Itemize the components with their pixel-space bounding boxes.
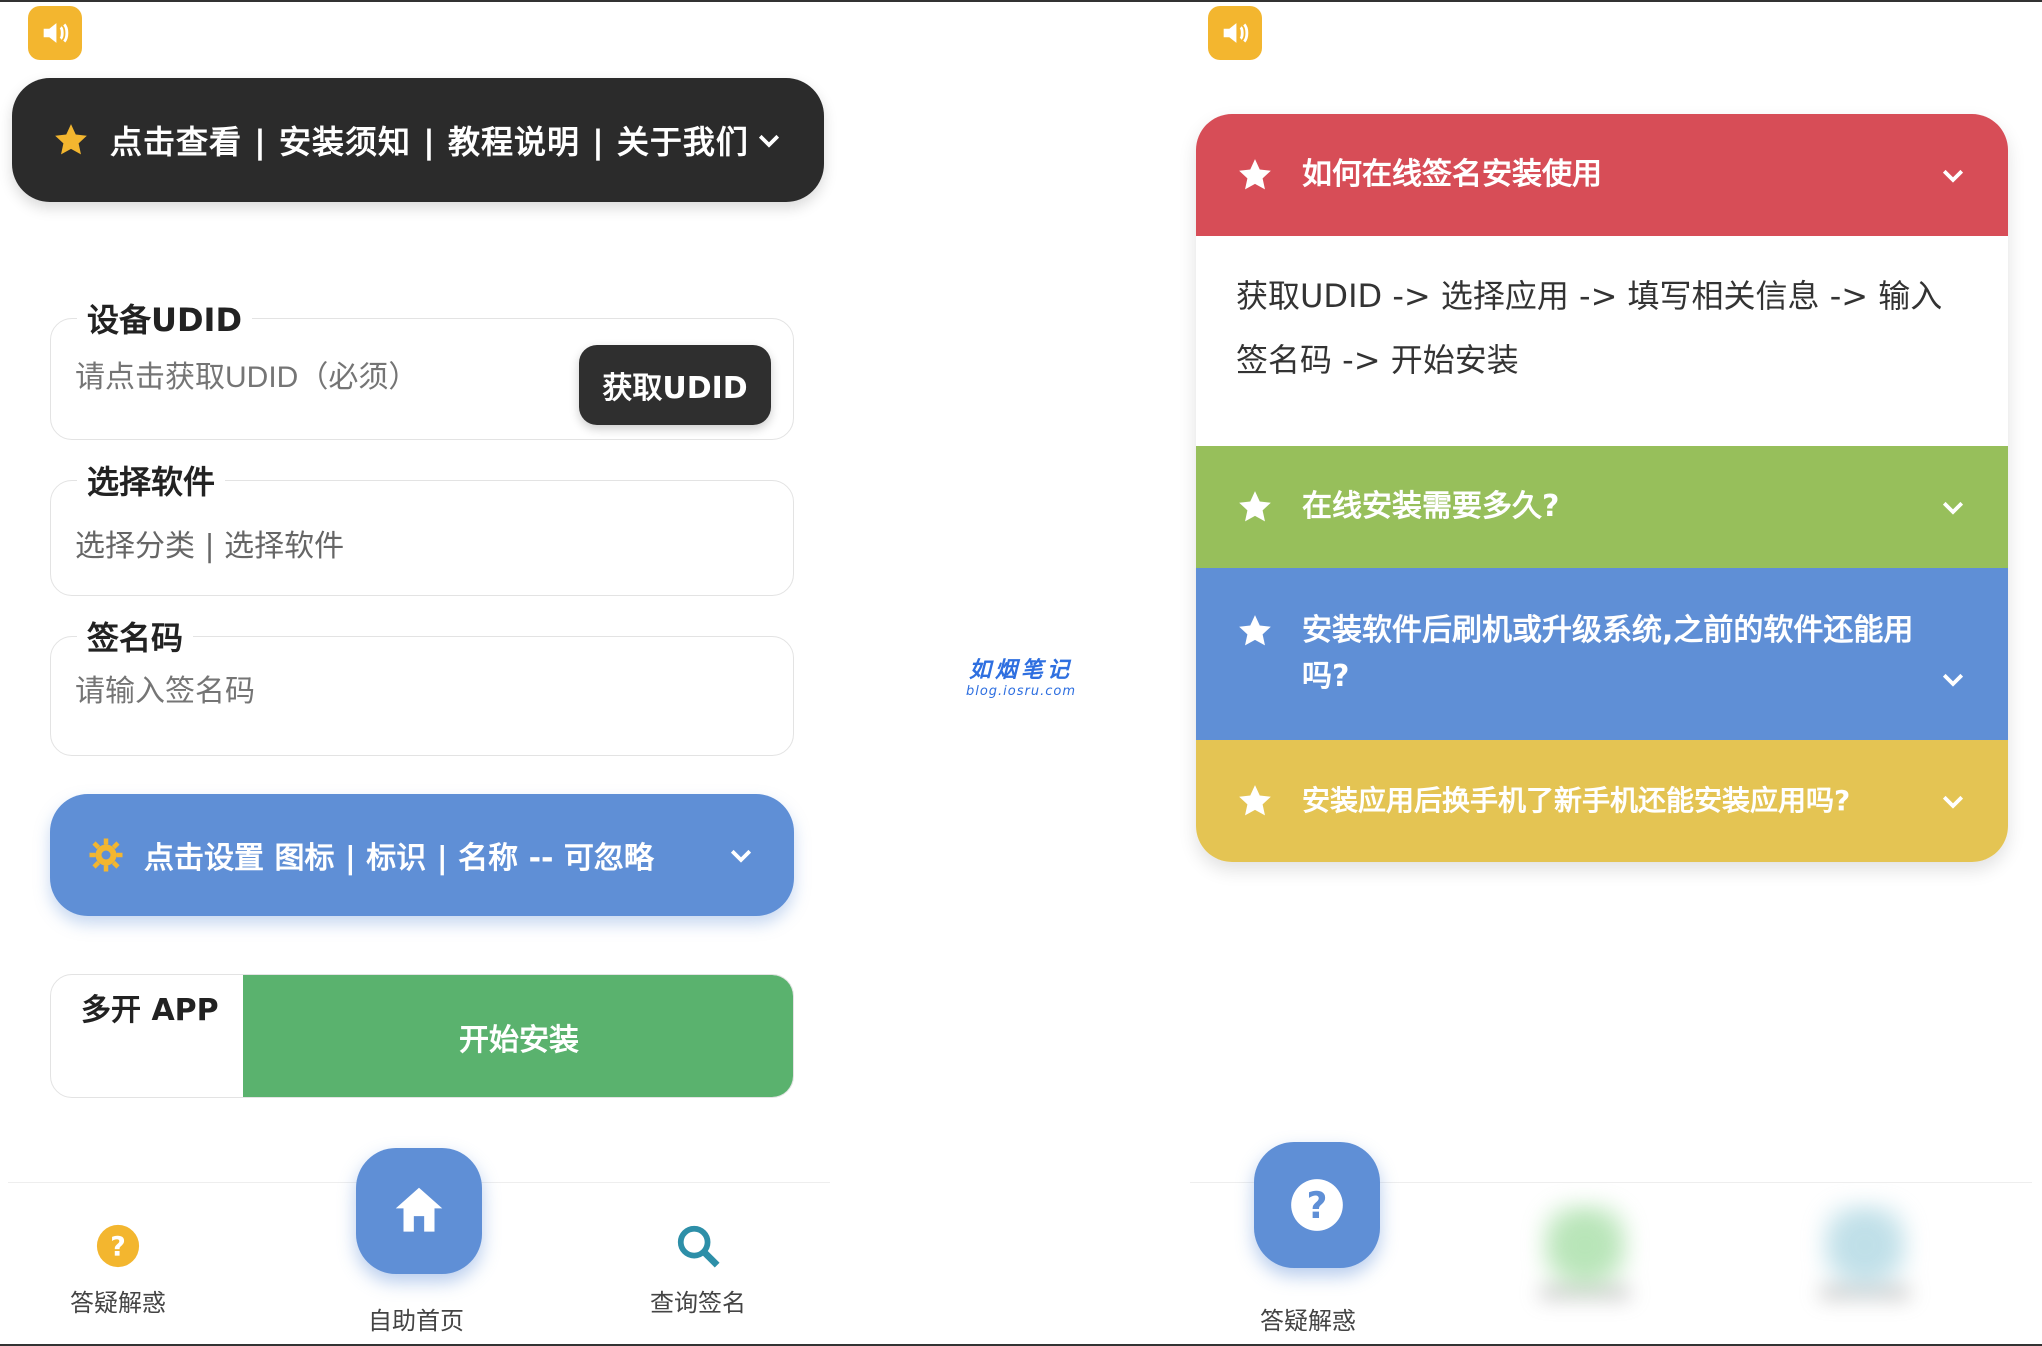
- settings-text: 点击设置 图标 | 标识 | 名称 -- 可忽略: [144, 841, 654, 876]
- star-icon: [1239, 491, 1271, 522]
- faq-item-4-header[interactable]: 安装应用后换手机了新手机还能安装应用吗?: [1196, 740, 2008, 862]
- speaker-icon[interactable]: [28, 6, 82, 60]
- nav-help[interactable]: ? 答疑解惑: [70, 1223, 166, 1318]
- sign-code-input[interactable]: [75, 675, 675, 709]
- start-install-button[interactable]: 开始安装: [243, 975, 793, 1097]
- faq-item-1-question: 如何在线签名安装使用: [1302, 157, 1602, 192]
- right-phone-screen: 如何在线签名安装使用 获取UDID -> 选择应用 -> 填写相关信息 -> 输…: [1190, 6, 2032, 1336]
- nav-home-label-wrap[interactable]: 自助首页: [368, 1287, 464, 1336]
- chevron-down-icon: [730, 849, 752, 863]
- gear-icon: [89, 838, 123, 872]
- question-icon: ?: [1291, 1179, 1343, 1231]
- svg-text:?: ?: [110, 1232, 126, 1263]
- software-select[interactable]: 选择分类 | 选择软件: [75, 521, 344, 565]
- software-field-group: 选择软件 选择分类 | 选择软件: [50, 457, 794, 596]
- chevron-down-icon: [1942, 673, 1964, 687]
- chevron-down-icon: [1942, 169, 1964, 183]
- chevron-down-icon: [1942, 501, 1964, 515]
- udid-input[interactable]: [75, 361, 535, 395]
- nav-query-label: 查询签名: [650, 1289, 746, 1317]
- multi-open-label: 多开 APP: [81, 993, 219, 1028]
- help-button[interactable]: ?: [1254, 1142, 1380, 1268]
- faq-item-3-question: 安装软件后刷机或升级系统,之前的软件还能用吗?: [1302, 613, 1914, 694]
- left-phone-screen: 点击查看 | 安装须知 | 教程说明 | 关于我们 设备UDID 获取UDID …: [8, 6, 830, 1336]
- notice-text: 点击查看 | 安装须知 | 教程说明 | 关于我们: [110, 123, 749, 161]
- star-icon: [1239, 615, 1271, 646]
- software-label: 选择软件: [77, 457, 226, 503]
- icon-settings-dropdown[interactable]: 点击设置 图标 | 标识 | 名称 -- 可忽略: [50, 794, 794, 916]
- faq-item-1-header[interactable]: 如何在线签名安装使用: [1196, 114, 2008, 236]
- faq-item-4-question: 安装应用后换手机了新手机还能安装应用吗?: [1302, 784, 1851, 817]
- faq-item-2-header[interactable]: 在线安装需要多久?: [1196, 446, 2008, 568]
- get-udid-button[interactable]: 获取UDID: [579, 345, 771, 425]
- sign-code-label: 签名码: [77, 613, 194, 659]
- notice-dropdown[interactable]: 点击查看 | 安装须知 | 教程说明 | 关于我们: [12, 78, 824, 202]
- udid-field-group: 设备UDID 获取UDID: [50, 295, 794, 440]
- chevron-down-icon: [758, 134, 780, 148]
- blurred-nav-item: [1540, 1203, 1630, 1323]
- nav-query[interactable]: 查询签名: [650, 1223, 746, 1318]
- watermark-title: 如烟笔记: [968, 658, 1073, 683]
- top-border: [0, 0, 2042, 2]
- faq-item-2-question: 在线安装需要多久?: [1302, 489, 1560, 524]
- home-button[interactable]: [356, 1148, 482, 1274]
- question-icon: ?: [96, 1224, 140, 1268]
- nav-help-right[interactable]: 答疑解惑: [1260, 1287, 1356, 1336]
- udid-label: 设备UDID: [77, 295, 253, 341]
- nav-help-label: 答疑解惑: [1260, 1307, 1356, 1335]
- watermark: 如烟笔记 blog.iosru.com: [956, 652, 1086, 699]
- search-icon: [677, 1225, 720, 1268]
- svg-text:?: ?: [1307, 1184, 1328, 1227]
- blurred-nav-item: [1820, 1203, 1910, 1323]
- home-icon: [395, 1187, 443, 1232]
- star-icon: [55, 124, 87, 155]
- nav-home-label: 自助首页: [368, 1307, 464, 1335]
- chevron-down-icon: [1942, 795, 1964, 809]
- faq-item-3-header[interactable]: 安装软件后刷机或升级系统,之前的软件还能用吗?: [1196, 568, 2008, 740]
- multi-open-group: 多开 APP 开始安装: [50, 974, 794, 1098]
- speaker-icon[interactable]: [1208, 6, 1262, 60]
- sign-code-field-group: 签名码: [50, 613, 794, 756]
- star-icon: [1239, 785, 1271, 816]
- faq-accordion: 如何在线签名安装使用 获取UDID -> 选择应用 -> 填写相关信息 -> 输…: [1196, 114, 2008, 862]
- watermark-url: blog.iosru.com: [965, 684, 1077, 699]
- faq-item-1-answer: 获取UDID -> 选择应用 -> 填写相关信息 -> 输入签名码 -> 开始安…: [1196, 236, 2008, 446]
- nav-help-label: 答疑解惑: [70, 1289, 166, 1317]
- star-icon: [1239, 159, 1271, 190]
